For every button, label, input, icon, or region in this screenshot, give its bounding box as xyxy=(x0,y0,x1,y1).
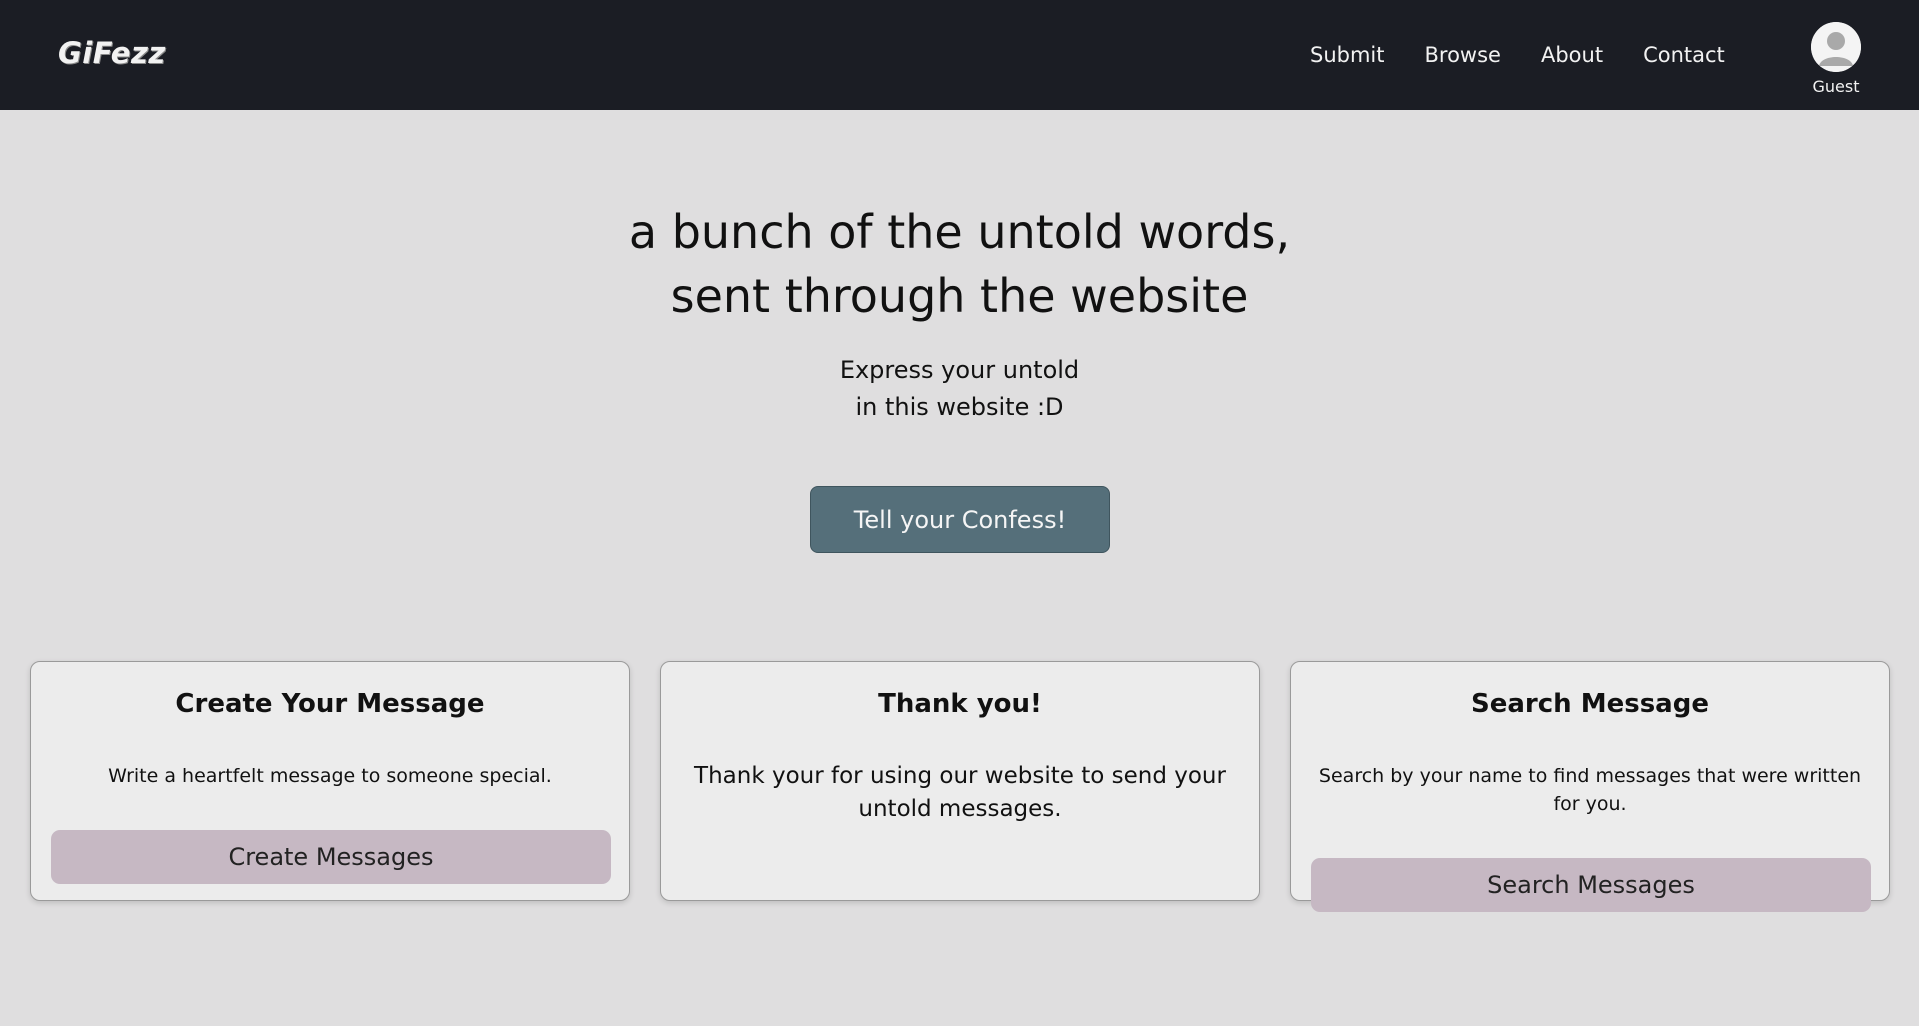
card-text: Write a heartfelt message to someone spe… xyxy=(108,765,552,787)
hero-subtitle-line-2: in this website :D xyxy=(855,393,1064,421)
card-title: Thank you! xyxy=(878,689,1042,719)
hero-subtitle: Express your untold in this website :D xyxy=(0,352,1919,426)
card-title: Create Your Message xyxy=(175,689,485,719)
confess-button[interactable]: Tell your Confess! xyxy=(810,486,1110,553)
hero-title-line-2: sent through the website xyxy=(670,269,1249,323)
hero-title: a bunch of the untold words, sent throug… xyxy=(0,200,1919,328)
card-title: Search Message xyxy=(1471,689,1709,719)
nav-link-browse[interactable]: Browse xyxy=(1425,40,1501,70)
brand-logo[interactable]: GiFezz xyxy=(58,36,166,70)
hero-subtitle-line-1: Express your untold xyxy=(839,356,1080,384)
user-label: Guest xyxy=(1812,77,1860,96)
search-message-card: Search Message Search by your name to fi… xyxy=(1290,661,1890,912)
card-text: Thank your for using our website to send… xyxy=(694,763,1226,822)
create-message-card: Create Your Message Write a heartfelt me… xyxy=(30,661,630,901)
hero-title-line-1: a bunch of the untold words, xyxy=(628,205,1291,259)
search-messages-button[interactable]: Search Messages xyxy=(1311,858,1871,912)
thank-you-card: Thank you! Thank your for using our webs… xyxy=(660,661,1260,901)
navbar: GiFezz Submit Browse About Contact Guest xyxy=(0,0,1919,110)
nav-links: Submit Browse About Contact xyxy=(1310,40,1765,70)
nav-link-submit[interactable]: Submit xyxy=(1310,40,1385,70)
user-avatar-icon[interactable] xyxy=(1811,22,1861,72)
nav-link-about[interactable]: About xyxy=(1541,40,1603,70)
create-messages-button[interactable]: Create Messages xyxy=(51,830,611,884)
card-text: Search by your name to find messages tha… xyxy=(1318,765,1862,815)
nav-link-contact[interactable]: Contact xyxy=(1643,40,1725,70)
hero-section: a bunch of the untold words, sent throug… xyxy=(0,200,1919,426)
user-menu[interactable]: Guest xyxy=(1806,22,1866,96)
